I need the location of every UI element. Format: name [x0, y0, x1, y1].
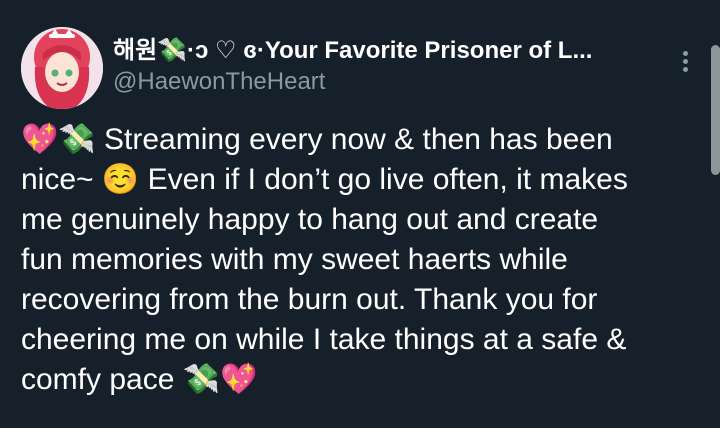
tweet-text-line: fun memories with my sweet haerts while	[21, 243, 568, 276]
more-options-icon[interactable]	[676, 47, 696, 75]
tweet-screen: 해원💸·ↄ ♡ ɞ·Your Favorite Prisoner of L...…	[0, 0, 720, 428]
tweet-text-line: cheering me on while I take things at a …	[21, 323, 627, 356]
username-handle[interactable]: @HaewonTheHeart	[113, 68, 325, 96]
avatar-illustration-icon	[21, 27, 103, 109]
tweet-text-line: 💖💸 Streaming every now & then has been	[21, 123, 613, 156]
tweet-text-line: me genuinely happy to hang out and creat…	[21, 203, 599, 236]
tweet-text-line: recovering from the burn out. Thank you …	[21, 283, 598, 316]
tweet-text: 💖💸 Streaming every now & then has been n…	[21, 120, 701, 400]
display-name[interactable]: 해원💸·ↄ ♡ ɞ·Your Favorite Prisoner of L...	[113, 30, 673, 65]
scrollbar[interactable]	[711, 45, 720, 175]
tweet-text-line: nice~ ☺️ Even if I don’t go live often, …	[21, 163, 628, 196]
avatar[interactable]	[21, 27, 103, 109]
tweet-text-line: comfy pace 💸💖	[21, 363, 258, 396]
